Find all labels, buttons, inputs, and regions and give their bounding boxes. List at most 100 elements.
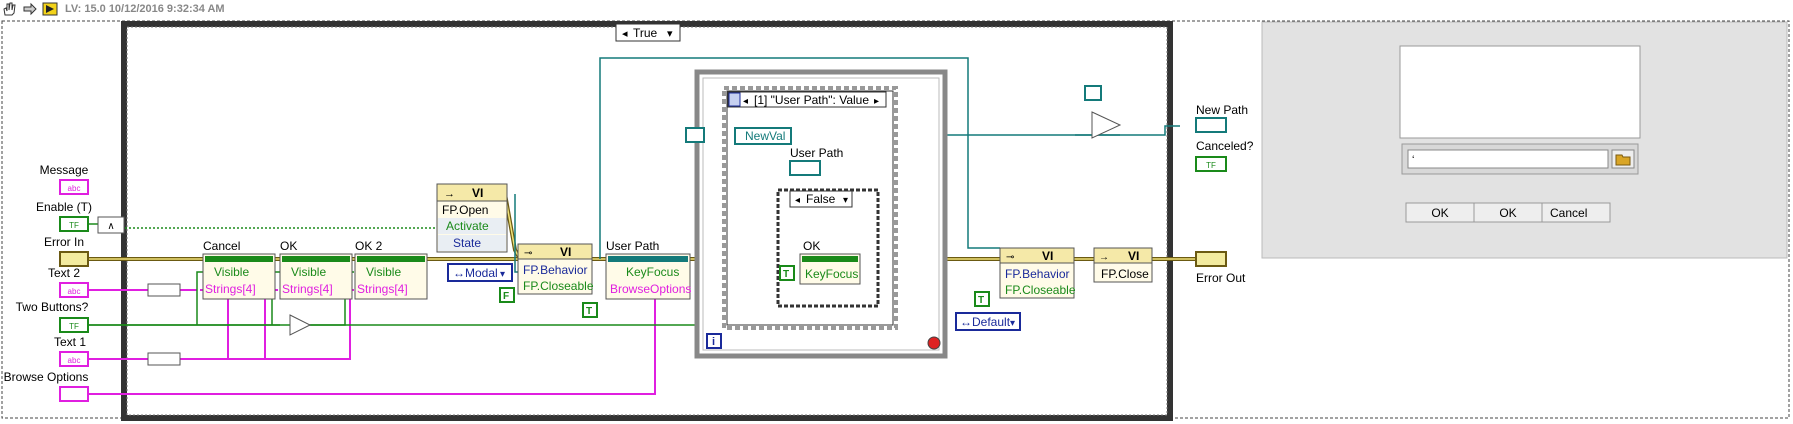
fp-cancel-label: Cancel <box>1550 206 1587 220</box>
svg-text:↔: ↔ <box>960 315 972 329</box>
node-vi-close-prop-0: FP.Close <box>1101 267 1149 281</box>
node-vi-behavior[interactable]: ⊸ VI FP.Behavior FP.Closeable <box>517 243 594 295</box>
output-canceled-label: Canceled? <box>1196 139 1254 153</box>
node-vi-behavior-2-prop-1: FP.Closeable <box>1005 283 1076 297</box>
string-convert-node-2 <box>147 352 181 366</box>
constant-true-inner-label: T <box>783 269 789 280</box>
node-vi-open-prop-2: State <box>453 236 481 250</box>
node-user-path-prop-0: KeyFocus <box>626 265 679 279</box>
output-error-out-label: Error Out <box>1196 271 1246 285</box>
svg-text:⊸: ⊸ <box>524 248 532 259</box>
string-convert-node <box>147 283 181 297</box>
input-two-buttons[interactable]: Two Buttons? TF <box>16 300 89 333</box>
svg-text:↔: ↔ <box>453 266 465 280</box>
inner-keyfocus-label: KeyFocus <box>805 267 858 281</box>
node-ok-prop-0: Visible <box>291 265 326 279</box>
constant-true-2-label: T <box>978 295 984 306</box>
node-vi-open[interactable]: → VI FP.Open Activate State <box>436 183 508 253</box>
input-error-in[interactable]: Error In <box>44 235 89 267</box>
input-text2[interactable]: Text 2 abc <box>48 266 89 298</box>
node-vi-open-prop-0: FP.Open <box>442 203 488 217</box>
input-message-label: Message <box>40 163 89 177</box>
node-vi-behavior-prop-0: FP.Behavior <box>523 263 587 277</box>
output-canceled[interactable]: Canceled? TF <box>1195 139 1254 172</box>
node-vi-close[interactable]: → VI FP.Close <box>1093 247 1153 283</box>
input-text1[interactable]: Text 1 abc <box>54 335 89 367</box>
input-browse-options[interactable]: Browse Options <box>4 370 89 402</box>
svg-text:abc: abc <box>68 184 81 193</box>
output-canceled-tf: TF <box>1206 161 1216 170</box>
node-cancel-prop-0: Visible <box>214 265 249 279</box>
input-enable-label: Enable (T) <box>36 200 92 214</box>
constant-modal-label: Modal <box>465 266 498 280</box>
svg-text:▾: ▾ <box>500 269 505 280</box>
case-selector-label: True <box>633 26 658 40</box>
event-selector-label: [1] "User Path": Value <box>754 93 869 107</box>
node-vi-close-header: VI <box>1128 249 1139 263</box>
constant-default[interactable]: ↔ Default ▾ <box>955 312 1021 331</box>
constant-modal[interactable]: ↔ Modal ▾ <box>447 263 513 282</box>
path-constant-2[interactable] <box>1084 85 1102 101</box>
node-cancel-title: Cancel <box>203 239 240 253</box>
node-vi-behavior-prop-1: FP.Closeable <box>523 279 594 293</box>
folder-icon <box>1615 154 1631 166</box>
svg-text:▾: ▾ <box>1010 318 1015 329</box>
svg-text:TF: TF <box>69 322 79 331</box>
newval-label: NewVal <box>745 129 785 143</box>
fp-ok-label: OK <box>1431 206 1448 220</box>
input-enable[interactable]: Enable (T) TF <box>36 200 92 232</box>
node-user-path-prop-1: BrowseOptions <box>610 282 691 296</box>
node-vi-open-header: VI <box>472 186 483 200</box>
input-text1-label: Text 1 <box>54 335 86 349</box>
svg-text:◂: ◂ <box>795 195 800 206</box>
path-input[interactable] <box>1407 149 1609 169</box>
svg-text:▾: ▾ <box>843 195 848 206</box>
svg-text:◂: ◂ <box>743 96 748 107</box>
node-vi-open-prop-1: Activate <box>446 219 489 233</box>
case-selector[interactable]: ◂ True ▾ <box>615 23 681 42</box>
svg-text:abc: abc <box>68 356 81 365</box>
node-ok-title: OK <box>280 239 297 253</box>
loop-index-label: i <box>712 336 715 348</box>
node-ok2-title: OK 2 <box>355 239 383 253</box>
node-vi-behavior-2[interactable]: ⊸ VI FP.Behavior FP.Closeable <box>999 247 1076 299</box>
user-path-label: User Path <box>790 146 843 160</box>
inner-ok-label: OK <box>803 239 820 253</box>
svg-text:∧: ∧ <box>107 221 114 232</box>
event-structure: ◂ [1] "User Path": Value ▸ NewVal User P… <box>722 86 898 330</box>
svg-text:▾: ▾ <box>667 28 673 40</box>
fp-buttons: OK OK Cancel <box>1405 202 1611 223</box>
node-ok2-prop-1: Strings[4] <box>357 282 408 296</box>
node-cancel-prop-1: Strings[4] <box>205 282 256 296</box>
path-prefix: ‘ <box>1412 154 1414 166</box>
svg-text:⊸: ⊸ <box>1006 252 1014 263</box>
svg-text:▸: ▸ <box>874 96 879 107</box>
input-text2-label: Text 2 <box>48 266 80 280</box>
svg-text:TF: TF <box>69 221 79 230</box>
input-two-buttons-label: Two Buttons? <box>16 300 89 314</box>
node-user-path-title: User Path <box>606 239 659 253</box>
event-selector[interactable]: ◂ [1] "User Path": Value ▸ <box>727 91 887 108</box>
constant-default-label: Default <box>972 315 1011 329</box>
input-message[interactable]: Message abc <box>40 163 89 195</box>
input-error-in-label: Error In <box>44 235 84 249</box>
node-vi-behavior-2-header: VI <box>1042 249 1053 263</box>
fp-ok2-label: OK <box>1499 206 1516 220</box>
output-new-path[interactable]: New Path <box>1195 103 1248 133</box>
message-display <box>1399 45 1641 139</box>
output-new-path-label: New Path <box>1196 103 1248 117</box>
node-vi-behavior-2-prop-0: FP.Behavior <box>1005 267 1069 281</box>
output-error-out[interactable]: Error Out <box>1195 251 1246 285</box>
svg-text:→: → <box>444 188 455 200</box>
stop-terminal[interactable] <box>927 336 941 350</box>
svg-text:→: → <box>1099 252 1109 263</box>
constant-true-label: T <box>586 306 592 317</box>
constant-false-label: F <box>503 291 509 302</box>
node-vi-behavior-header: VI <box>560 245 571 259</box>
user-path-control[interactable] <box>789 160 821 176</box>
path-constant[interactable] <box>685 127 705 143</box>
input-browse-options-label: Browse Options <box>4 370 89 384</box>
node-ok-prop-1: Strings[4] <box>282 282 333 296</box>
block-diagram: ◂ True ▾ ‘ OK OK Cancel Message abc Enab… <box>1 20 1790 421</box>
svg-text:◂: ◂ <box>622 28 628 40</box>
